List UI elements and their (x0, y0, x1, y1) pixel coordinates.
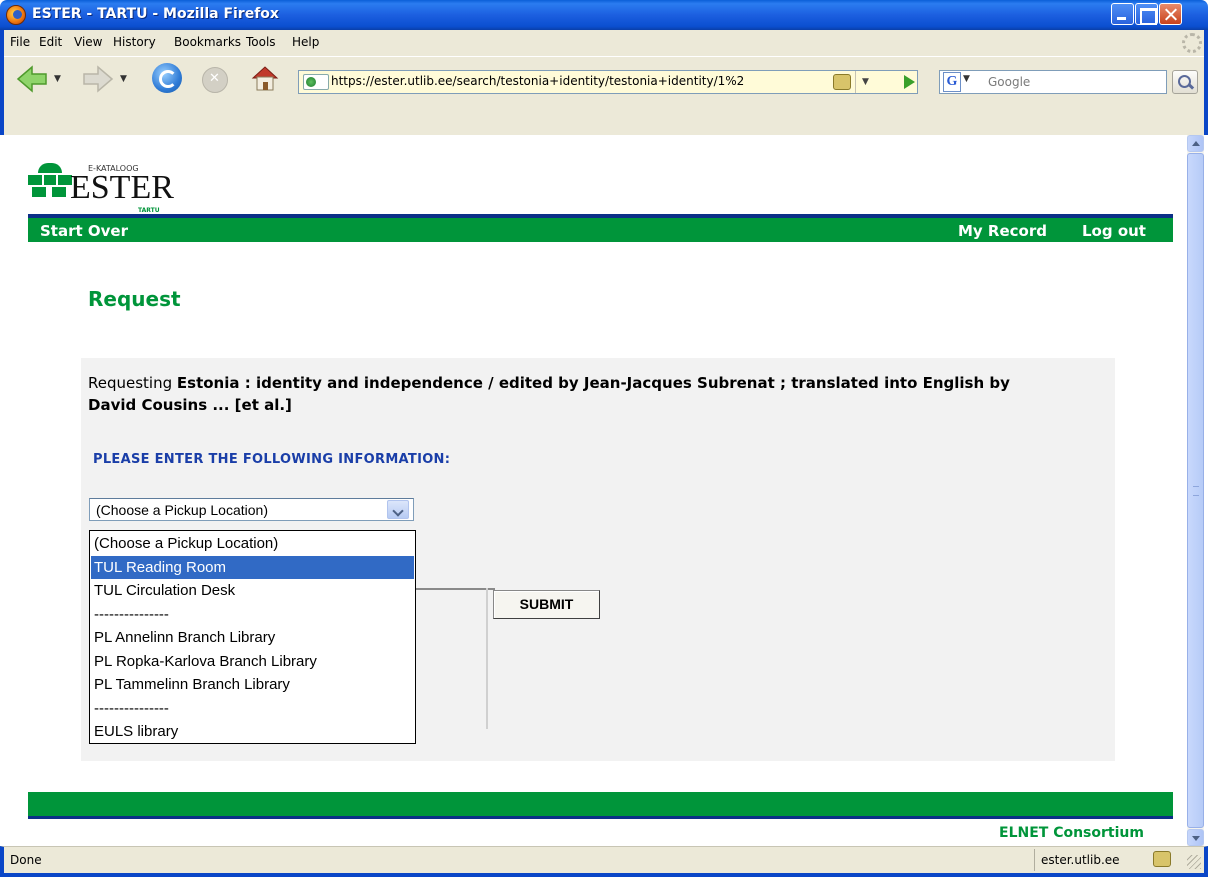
firefox-icon (6, 5, 26, 25)
resize-grip-icon[interactable] (1187, 855, 1201, 869)
menu-bookmarks[interactable]: Bookmarks (174, 35, 241, 49)
footer-divider (28, 816, 1173, 819)
logo-leaf-bottom-left (32, 187, 46, 197)
search-placeholder[interactable]: Google (988, 75, 1030, 89)
my-record-link[interactable]: My Record (958, 222, 1047, 240)
pickup-option[interactable]: PL Tammelinn Branch Library (91, 673, 414, 696)
menu-bar: File Edit View History Bookmarks Tools H… (4, 30, 1204, 55)
window-title: ESTER - TARTU - Mozilla Firefox (32, 6, 279, 22)
pickup-location-select[interactable]: (Choose a Pickup Location) (89, 498, 414, 521)
back-history-dropdown-icon[interactable]: ▼ (54, 74, 61, 84)
pickup-location-options[interactable]: (Choose a Pickup Location) TUL Reading Ro… (89, 530, 416, 744)
lock-icon[interactable] (833, 74, 851, 90)
start-over-link[interactable]: Start Over (40, 222, 128, 240)
url-text[interactable]: https://ester.utlib.ee/search/testonia+i… (331, 74, 744, 88)
scroll-down-icon[interactable] (1187, 829, 1204, 846)
logo-leaf-center (44, 175, 56, 185)
hidden-field-border (486, 588, 488, 729)
status-text: Done (10, 853, 42, 867)
hidden-field-edge (410, 588, 495, 594)
secure-lock-icon[interactable] (1153, 851, 1171, 867)
window-title-bar: ESTER - TARTU - Mozilla Firefox (0, 0, 1208, 30)
requesting-prefix: Requesting (88, 374, 177, 392)
status-host: ester.utlib.ee (1041, 853, 1120, 867)
page-title: Request (88, 287, 181, 311)
close-button[interactable] (1159, 3, 1182, 25)
logo-sub-text: TARTU (138, 207, 160, 214)
requesting-text: Requesting Estonia : identity and indepe… (88, 372, 1048, 416)
logo-leaf-top (38, 163, 62, 173)
menu-help[interactable]: Help (292, 35, 319, 49)
chevron-down-icon[interactable] (387, 500, 409, 519)
logo-leaf-left (28, 175, 42, 185)
navigation-toolbar: ▼ ▼ https://ester.utlib.ee/search/teston… (4, 56, 1204, 134)
google-engine-icon[interactable]: G (943, 72, 961, 92)
address-bar[interactable]: https://ester.utlib.ee/search/testonia+i… (298, 70, 918, 94)
vertical-scrollbar[interactable] (1187, 135, 1204, 846)
scroll-up-icon[interactable] (1187, 135, 1204, 152)
pickup-option[interactable]: (Choose a Pickup Location) (91, 532, 414, 555)
page-viewport: E-KATALOOG ESTER TARTU Start Over My Rec… (4, 135, 1187, 846)
menu-view[interactable]: View (74, 35, 102, 49)
forward-history-dropdown-icon[interactable]: ▼ (120, 74, 127, 84)
pickup-option[interactable]: PL Annelinn Branch Library (91, 626, 414, 649)
pickup-option[interactable]: TUL Reading Room (91, 555, 414, 579)
search-engine-dropdown-icon[interactable]: ▼ (963, 74, 970, 84)
stop-icon[interactable] (202, 67, 228, 93)
back-icon[interactable] (16, 65, 48, 93)
pickup-option[interactable]: PL Ropka-Karlova Branch Library (91, 650, 414, 673)
activity-throbber-icon (1182, 33, 1202, 53)
footer-bar (28, 792, 1173, 816)
url-history-dropdown-icon[interactable]: ▼ (855, 71, 875, 93)
log-out-link[interactable]: Log out (1082, 222, 1146, 240)
search-box[interactable]: G ▼ Google (939, 70, 1167, 94)
menu-file[interactable]: File (10, 35, 30, 49)
logo-leaf-bottom-right (52, 187, 66, 197)
menu-edit[interactable]: Edit (39, 35, 62, 49)
instruction-text: PLEASE ENTER THE FOLLOWING INFORMATION: (93, 452, 451, 467)
status-bar: Done ester.utlib.ee (0, 846, 1208, 877)
site-identity-icon[interactable] (303, 74, 329, 90)
home-icon[interactable] (250, 63, 280, 93)
pickup-option[interactable]: --------------- (91, 603, 414, 626)
consortium-link[interactable]: ELNET Consortium (999, 825, 1144, 841)
search-icon[interactable] (1172, 70, 1198, 94)
go-icon[interactable] (899, 71, 919, 93)
logo-main-text: ESTER (70, 169, 174, 206)
requested-title: Estonia : identity and independence / ed… (88, 374, 1010, 414)
submit-button[interactable]: SUBMIT (493, 590, 600, 619)
pickup-option[interactable]: EULS library (91, 720, 414, 743)
menu-tools[interactable]: Tools (246, 35, 276, 49)
pickup-option[interactable]: TUL Circulation Desk (91, 579, 414, 602)
pickup-option[interactable]: --------------- (91, 697, 414, 720)
forward-icon[interactable] (82, 65, 114, 93)
minimize-button[interactable] (1111, 3, 1134, 25)
menu-history[interactable]: History (113, 35, 156, 49)
scrollbar-thumb[interactable] (1187, 153, 1204, 828)
status-separator (1034, 849, 1035, 871)
maximize-button[interactable] (1135, 3, 1158, 25)
pickup-selected-value[interactable]: (Choose a Pickup Location) (96, 502, 268, 518)
top-nav-bar: Start Over My Record Log out (28, 218, 1173, 242)
reload-icon[interactable] (152, 63, 182, 93)
ester-logo[interactable]: E-KATALOOG ESTER TARTU (28, 159, 188, 217)
